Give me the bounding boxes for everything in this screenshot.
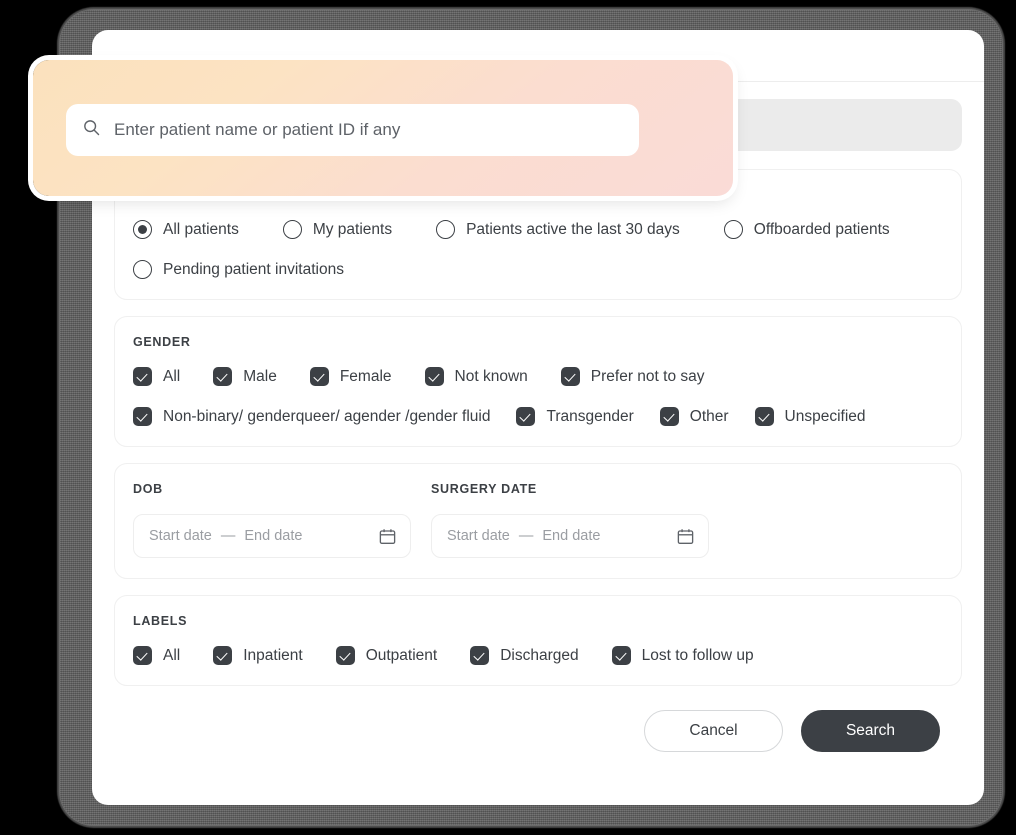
- dob-title: DOB: [133, 482, 163, 496]
- checkbox-icon[interactable]: [213, 367, 233, 386]
- checkbox-label: Prefer not to say: [590, 367, 705, 385]
- checkbox-label: Not known: [454, 367, 528, 385]
- checkbox-option-gender-male[interactable]: Male: [213, 367, 277, 386]
- labels-row-1: All Inpatient Outpatient Discharged Lost…: [133, 646, 943, 665]
- checkbox-icon[interactable]: [309, 367, 329, 386]
- checkbox-option-label-lost-to-follow-up[interactable]: Lost to follow up: [611, 646, 754, 665]
- dob-start-date-placeholder: Start date: [149, 528, 212, 544]
- surgery-date-title: SURGERY DATE: [431, 482, 537, 496]
- labels-title: LABELS: [133, 614, 188, 628]
- radio-option-my-patients[interactable]: My patients: [282, 220, 393, 239]
- dob-range-separator: —: [220, 528, 236, 544]
- radio-label: Pending patient invitations: [163, 260, 344, 278]
- surgery-range-separator: —: [518, 528, 534, 544]
- checkbox-option-gender-female[interactable]: Female: [309, 367, 392, 386]
- checkbox-label: Other: [689, 407, 729, 425]
- checkbox-option-gender-non-binary[interactable]: Non-binary/ genderqueer/ agender /gender…: [133, 407, 490, 426]
- radio-label: All patients: [163, 220, 239, 238]
- radio-icon[interactable]: [133, 220, 152, 239]
- gender-card: GENDER All Male Female Not known Prefer …: [114, 316, 962, 447]
- checkbox-icon[interactable]: [133, 407, 152, 426]
- radio-option-offboarded-patients[interactable]: Offboarded patients: [723, 220, 890, 239]
- checkbox-icon[interactable]: [133, 367, 152, 386]
- checkbox-label: Unspecified: [784, 407, 866, 425]
- checkbox-option-label-discharged[interactable]: Discharged: [470, 646, 579, 665]
- gender-row-1: All Male Female Not known Prefer not to …: [133, 367, 943, 386]
- cancel-button[interactable]: Cancel: [644, 710, 783, 752]
- dialog-footer: Cancel Search: [114, 702, 962, 752]
- checkbox-label: All: [163, 367, 181, 385]
- checkbox-icon[interactable]: [335, 646, 355, 665]
- dob-column: DOB Start date — End date: [133, 482, 411, 558]
- checkbox-icon[interactable]: [213, 646, 233, 665]
- radio-icon[interactable]: [133, 260, 152, 279]
- checkbox-option-gender-prefer-not-to-say[interactable]: Prefer not to say: [560, 367, 705, 386]
- checkbox-option-gender-transgender[interactable]: Transgender: [516, 407, 634, 426]
- surgery-end-date-placeholder: End date: [542, 528, 601, 544]
- radio-icon[interactable]: [282, 220, 302, 239]
- checkbox-label: Non-binary/ genderqueer/ agender /gender…: [163, 407, 491, 425]
- patient-type-row-1: All patients My patients Patients active…: [133, 220, 943, 239]
- radio-icon[interactable]: [436, 220, 456, 239]
- checkbox-icon[interactable]: [133, 646, 152, 665]
- checkbox-option-gender-not-known[interactable]: Not known: [424, 367, 528, 386]
- checkbox-icon[interactable]: [611, 646, 631, 665]
- checkbox-label: All: [163, 646, 181, 664]
- radio-icon[interactable]: [723, 220, 743, 239]
- radio-label: Patients active the last 30 days: [466, 220, 680, 238]
- patient-search-placeholder: Enter patient name or patient ID if any: [114, 120, 401, 139]
- surgery-date-column: SURGERY DATE Start date — End date: [431, 482, 709, 558]
- search-button[interactable]: Search: [801, 710, 940, 752]
- checkbox-label: Lost to follow up: [641, 646, 754, 664]
- surgery-start-date-placeholder: Start date: [447, 528, 510, 544]
- patient-type-row-2: Pending patient invitations: [133, 260, 943, 279]
- search-highlight-overlay: Enter patient name or patient ID if any: [33, 60, 733, 196]
- checkbox-label: Inpatient: [243, 646, 303, 664]
- search-icon: [82, 118, 101, 142]
- labels-card: LABELS All Inpatient Outpatient Discharg…: [114, 595, 962, 686]
- checkbox-label: Outpatient: [365, 646, 438, 664]
- checkbox-icon[interactable]: [754, 407, 774, 426]
- calendar-icon[interactable]: [378, 527, 397, 546]
- dates-card: DOB Start date — End date SURGERY DATE S…: [114, 463, 962, 579]
- checkbox-label: Female: [339, 367, 392, 385]
- radio-option-all-patients[interactable]: All patients: [133, 220, 239, 239]
- gender-title: GENDER: [133, 335, 191, 349]
- dob-end-date-placeholder: End date: [244, 528, 303, 544]
- gender-row-2: Non-binary/ genderqueer/ agender /gender…: [133, 407, 943, 426]
- checkbox-icon[interactable]: [560, 367, 580, 386]
- checkbox-icon[interactable]: [659, 407, 679, 426]
- checkbox-option-label-outpatient[interactable]: Outpatient: [335, 646, 438, 665]
- checkbox-option-label-inpatient[interactable]: Inpatient: [213, 646, 303, 665]
- surgery-date-range-input[interactable]: Start date — End date: [431, 514, 709, 558]
- checkbox-option-gender-other[interactable]: Other: [659, 407, 729, 426]
- calendar-icon[interactable]: [676, 527, 695, 546]
- checkbox-label: Discharged: [500, 646, 579, 664]
- checkbox-icon[interactable]: [424, 367, 444, 386]
- patient-search-input[interactable]: Enter patient name or patient ID if any: [66, 104, 639, 156]
- checkbox-icon[interactable]: [470, 646, 490, 665]
- checkbox-option-gender-all[interactable]: All: [133, 367, 180, 386]
- dob-date-range-input[interactable]: Start date — End date: [133, 514, 411, 558]
- checkbox-option-label-all[interactable]: All: [133, 646, 180, 665]
- checkbox-label: Transgender: [546, 407, 634, 425]
- checkbox-label: Male: [243, 367, 277, 385]
- radio-label: My patients: [312, 220, 393, 238]
- radio-option-pending-patient-invitations[interactable]: Pending patient invitations: [133, 260, 344, 279]
- checkbox-option-gender-unspecified[interactable]: Unspecified: [754, 407, 866, 426]
- checkbox-icon[interactable]: [516, 407, 536, 426]
- radio-label: Offboarded patients: [753, 220, 890, 238]
- radio-option-patients-active-last-30-days[interactable]: Patients active the last 30 days: [436, 220, 680, 239]
